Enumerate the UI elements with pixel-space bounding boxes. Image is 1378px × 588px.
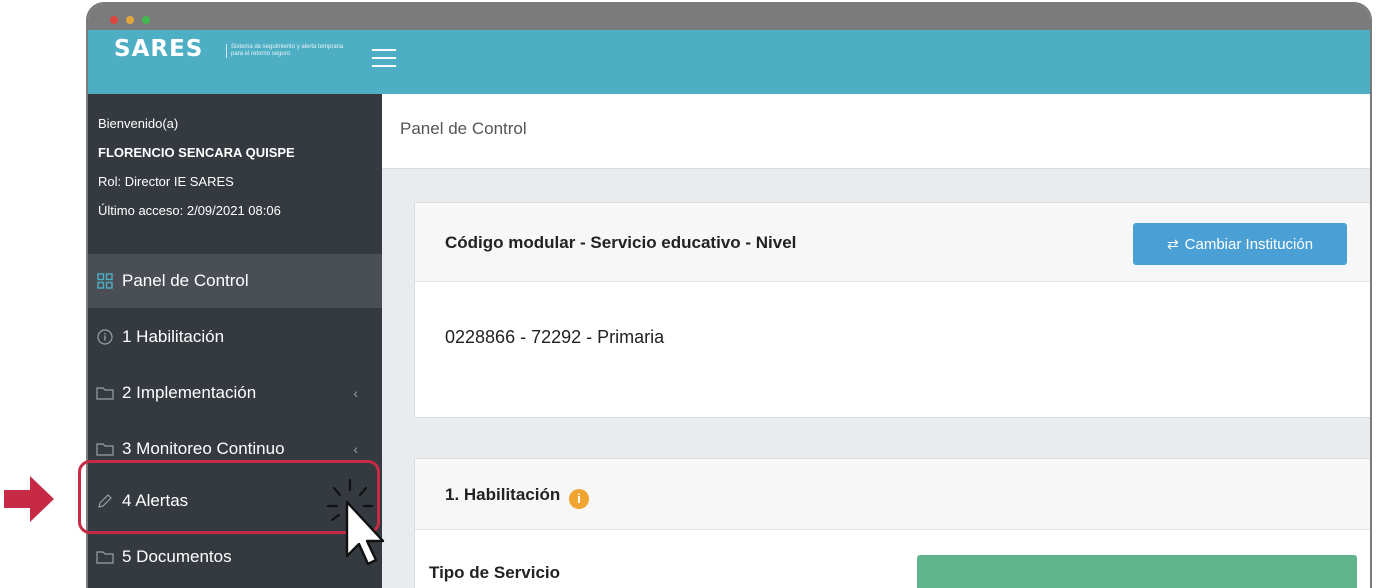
chevron-left-icon[interactable]: ‹ [353,441,358,457]
card-title: Código modular - Servicio educativo - Ni… [445,233,797,252]
card-header: 1. Habilitación i [415,459,1370,530]
sidebar-item-label: 2 Implementación [122,383,257,402]
swap-arrows-icon: ⇄ [1166,235,1179,252]
minimize-dot-icon[interactable] [126,16,134,24]
sidebar-item-label: 3 Monitoreo Continuo [122,439,285,458]
top-navbar: SARES Sistema de seguimiento y alerta te… [88,30,1370,94]
user-role: Rol: Director IE SARES [98,174,234,189]
card-header: Código modular - Servicio educativo - Ni… [415,203,1370,282]
app-logo: SARES [114,36,204,62]
card-title-text: 1. Habilitación [445,485,561,504]
card-title: 1. Habilitación i [445,485,589,509]
cursor-click-icon [326,478,385,566]
grid-icon [88,273,122,289]
last-access: Último acceso: 2/09/2021 08:06 [98,203,281,218]
close-dot-icon[interactable] [110,16,118,24]
sidebar-item-label: 1 Habilitación [122,327,225,346]
user-name: FLORENCIO SENCARA QUISPE [98,145,295,160]
sidebar-item-habilitacion[interactable]: 1 Habilitación [88,310,382,364]
logo-subtitle: Sistema de seguimiento y alerta temprana… [226,44,351,58]
user-info: Bienvenido(a) FLORENCIO SENCARA QUISPE R… [98,116,295,232]
info-icon [88,329,122,345]
title-bar [88,4,1370,30]
sidebar-item-implementacion[interactable]: 2 Implementación ‹ [88,366,382,420]
info-badge-icon[interactable]: i [568,489,589,509]
folder-icon [88,550,122,564]
institution-card: Código modular - Servicio educativo - Ni… [414,202,1370,418]
habilitacion-card: 1. Habilitación i Tipo de Servicio [414,458,1370,588]
hamburger-menu-icon[interactable] [372,49,396,69]
field-label: Tipo de Servicio [429,563,561,582]
sidebar-item-panel-de-control[interactable]: Panel de Control [88,254,382,308]
chevron-left-icon[interactable]: ‹ [353,385,358,401]
maximize-dot-icon[interactable] [142,16,150,24]
folder-icon [88,386,122,400]
welcome-text: Bienvenido(a) [98,116,179,131]
institution-value: 0228866 - 72292 - Primaria [445,327,665,347]
arrow-right-icon [4,476,54,522]
button-label: Cambiar Institución [1184,235,1314,253]
page-title: Panel de Control [400,119,527,138]
main-content: Panel de Control Código modular - Servic… [382,94,1370,588]
folder-icon [88,442,122,456]
change-institution-button[interactable]: ⇄ Cambiar Institución [1133,223,1347,265]
status-panel [917,555,1357,588]
sidebar-item-label: Panel de Control [122,271,249,290]
sidebar-item-label: 5 Documentos [122,547,232,566]
breadcrumb: Panel de Control [382,94,1370,169]
